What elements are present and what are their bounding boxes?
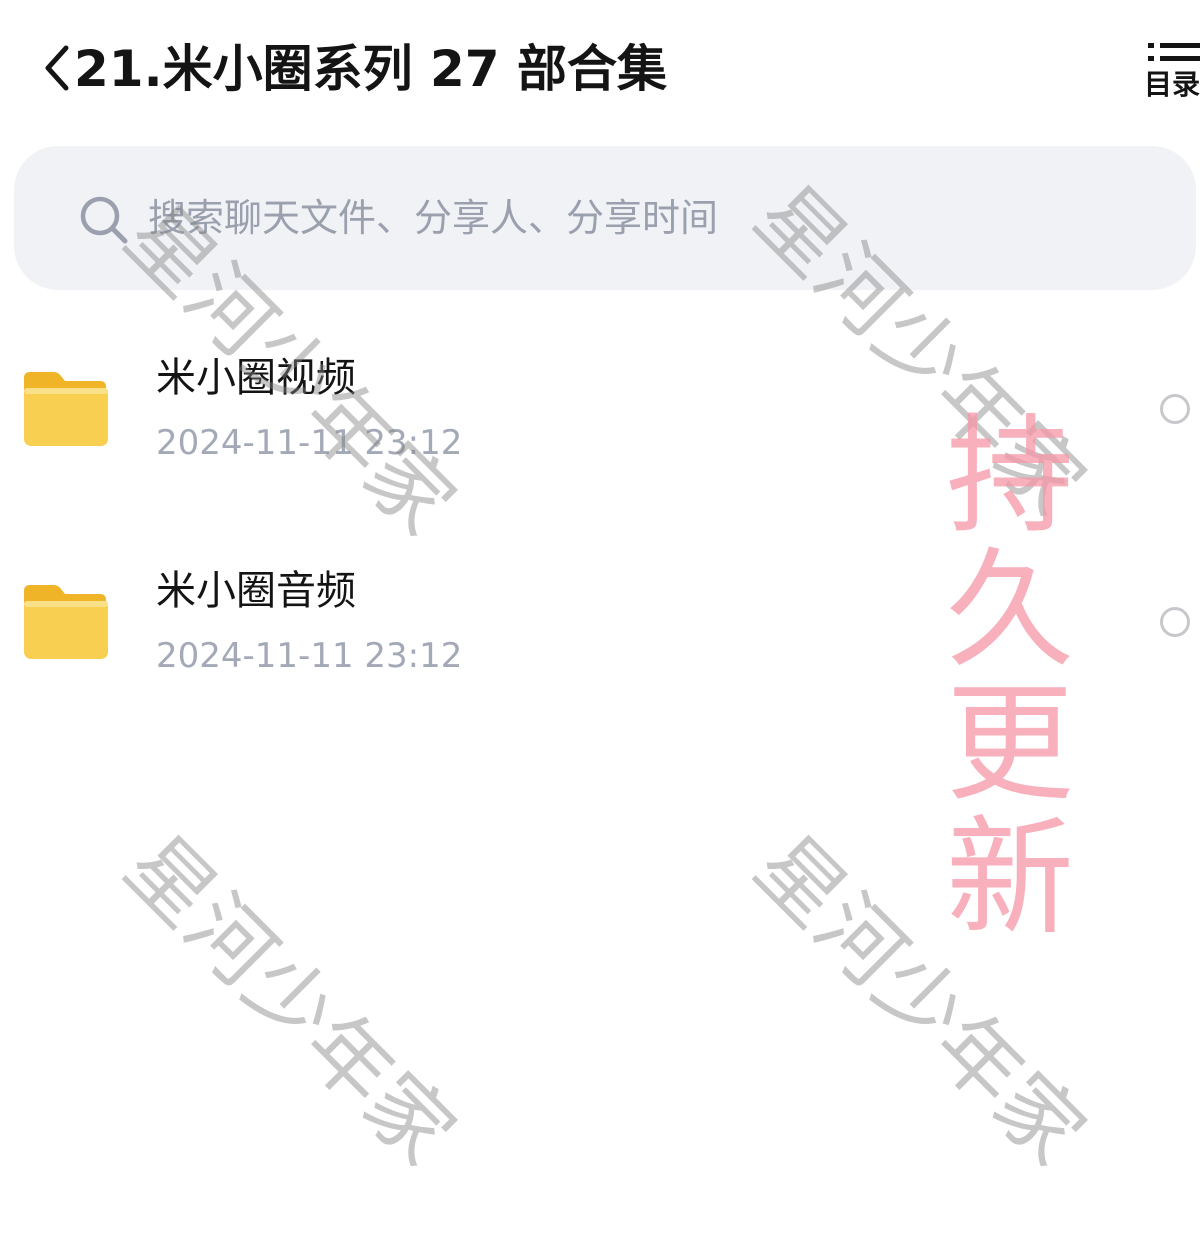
select-radio[interactable] [1160, 394, 1190, 424]
list-item[interactable]: 米小圈音频 2024-11-11 23:12 [0, 553, 1200, 723]
watermark-text: 星河少年家 [106, 816, 474, 1184]
chevron-left-icon [45, 45, 69, 91]
folder-icon [24, 585, 108, 659]
file-name: 米小圈音频 [156, 568, 356, 614]
list-item[interactable]: 米小圈视频 2024-11-11 23:12 [0, 340, 1200, 510]
page-title: 21.米小圈系列 27 部合集 [74, 40, 667, 98]
toc-button[interactable]: 目录 [1140, 38, 1200, 104]
watermark-text: 星河少年家 [736, 816, 1104, 1184]
toc-label: 目录 [1144, 68, 1200, 101]
select-radio[interactable] [1160, 607, 1190, 637]
file-timestamp: 2024-11-11 23:12 [156, 636, 463, 676]
search-placeholder: 搜索聊天文件、分享人、分享时间 [148, 196, 719, 240]
list-icon [1148, 43, 1200, 61]
folder-icon [24, 372, 108, 446]
top-bar: 21.米小圈系列 27 部合集 目录 [0, 0, 1200, 140]
search-icon [80, 196, 128, 244]
back-button[interactable] [36, 36, 76, 96]
search-input[interactable]: 搜索聊天文件、分享人、分享时间 [14, 146, 1196, 290]
file-timestamp: 2024-11-11 23:12 [156, 423, 463, 463]
file-name: 米小圈视频 [156, 355, 356, 401]
